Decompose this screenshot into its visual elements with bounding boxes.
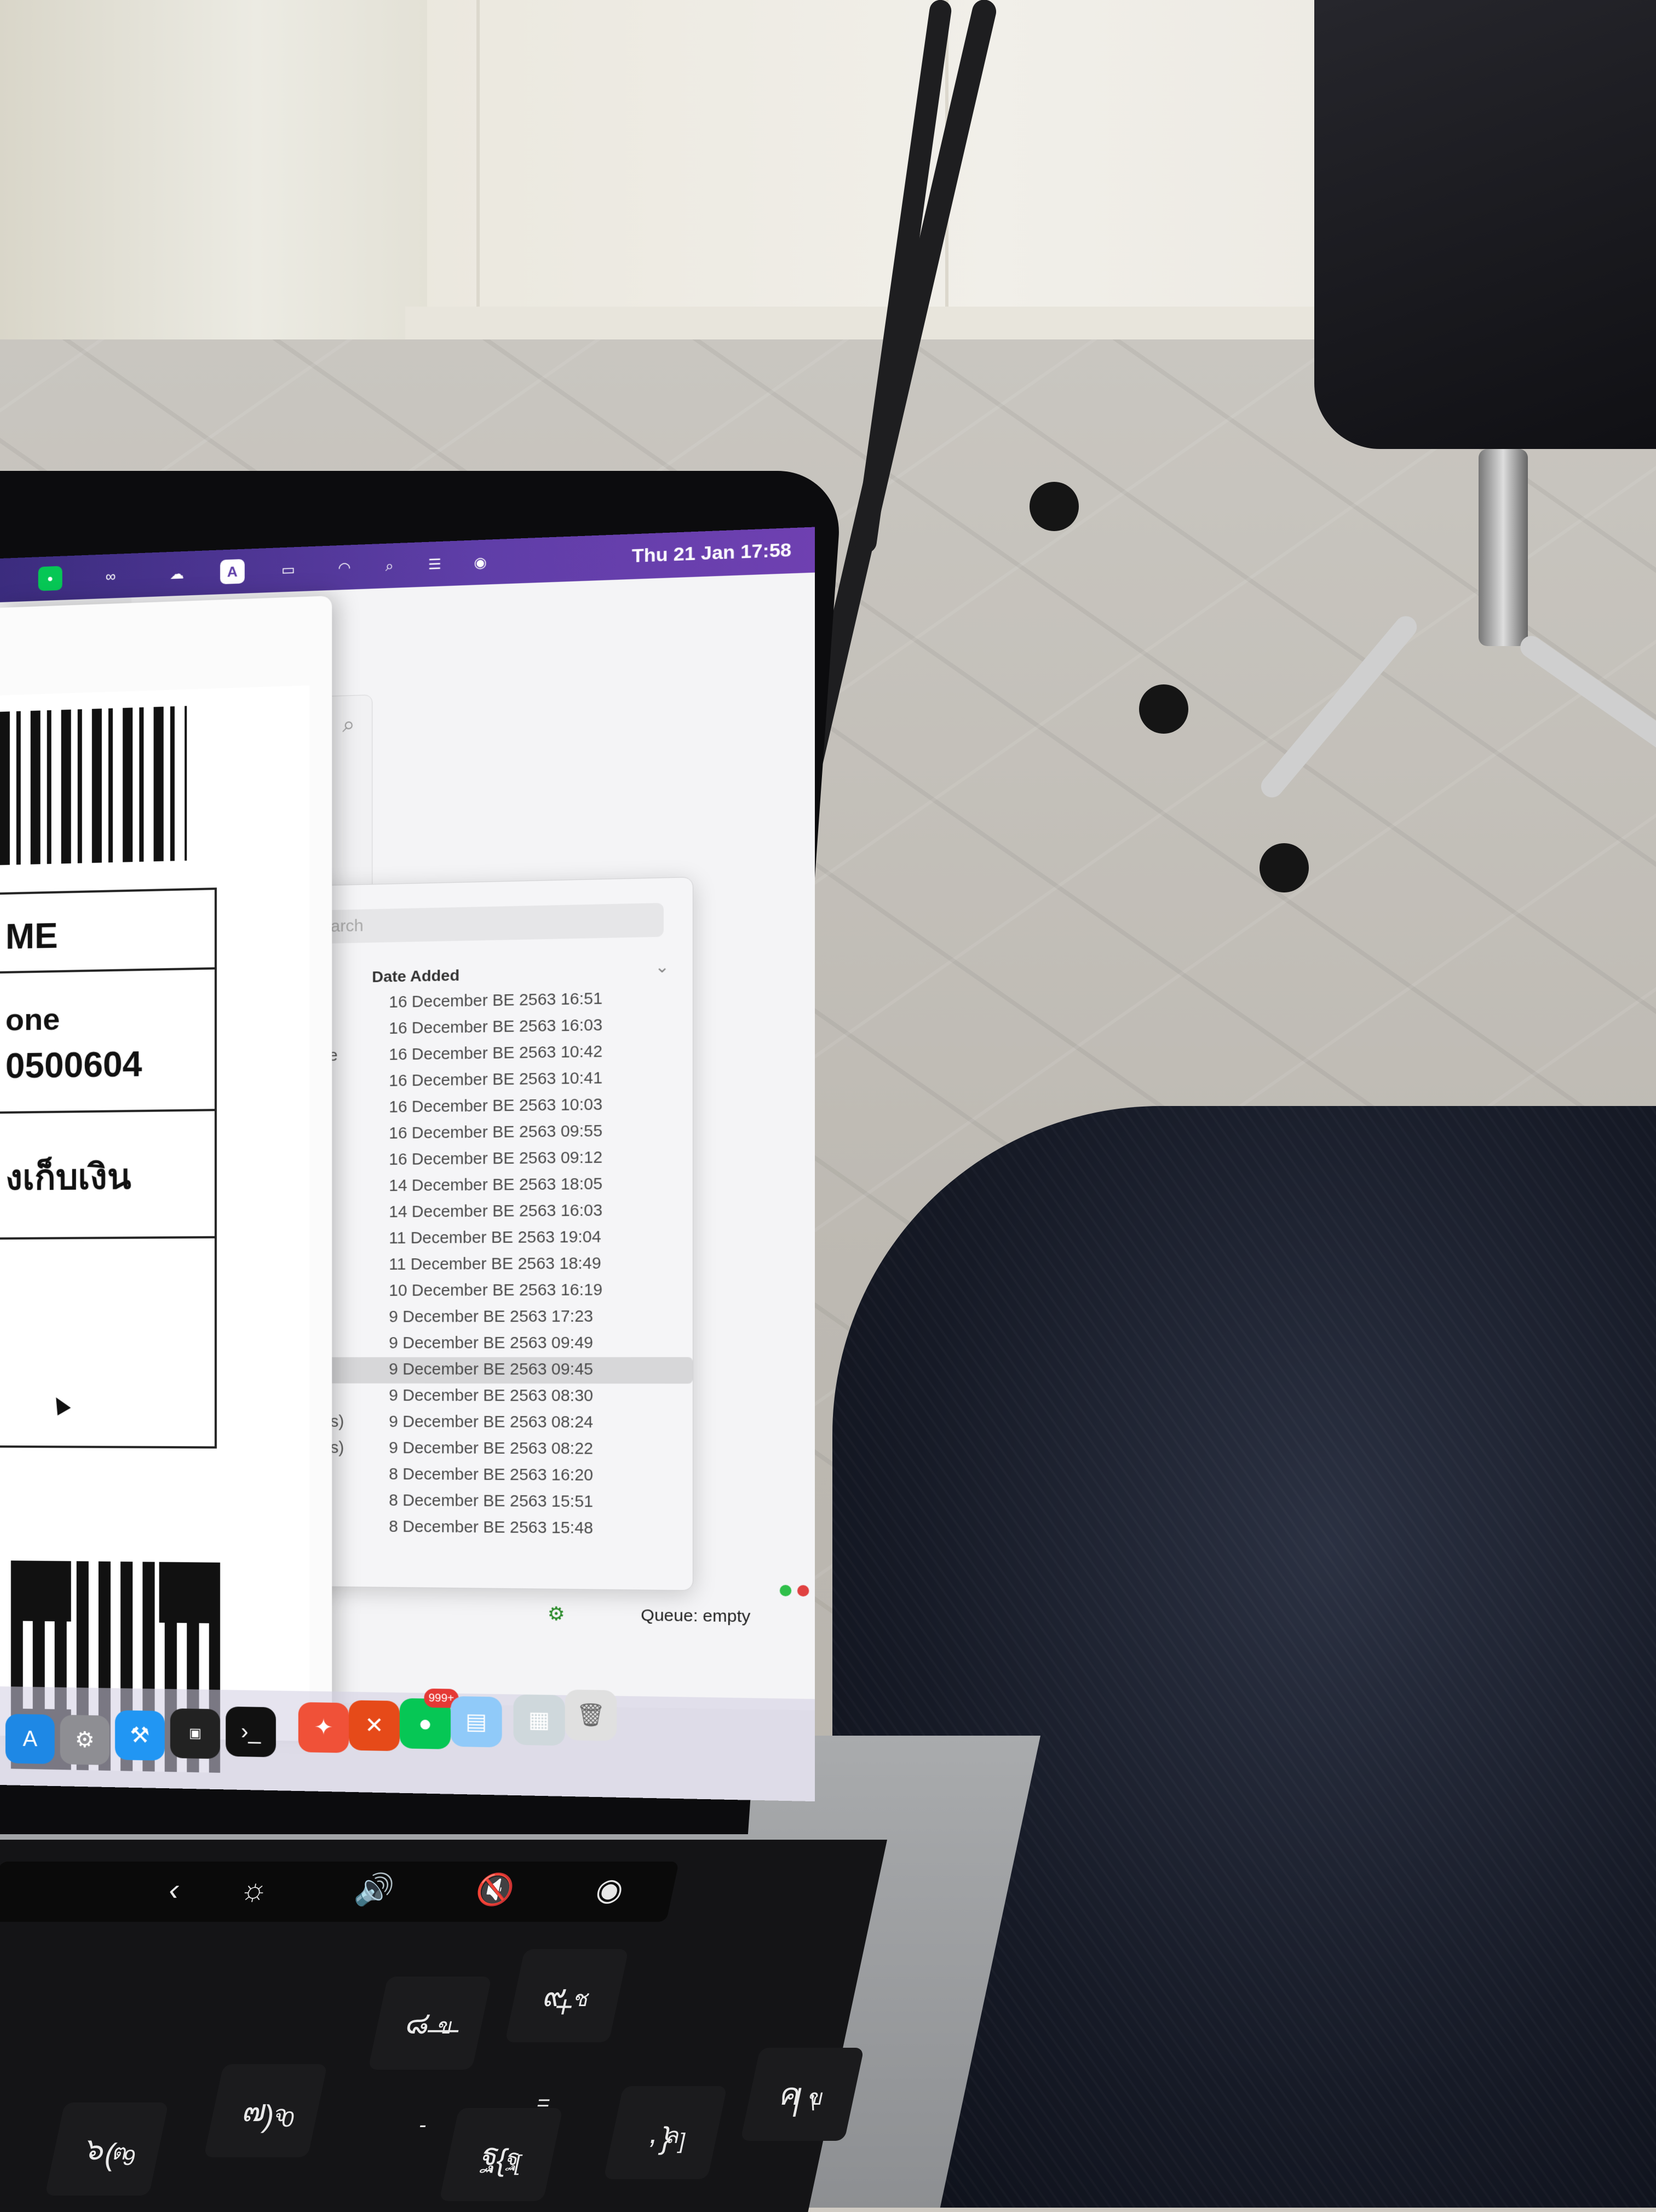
label-name-box: ME xyxy=(0,888,217,973)
chair-wheel xyxy=(1139,684,1188,734)
shipping-label: ME one 0500604 งเก็บเงิน xyxy=(0,685,310,1773)
siri-icon[interactable]: ◉ xyxy=(468,550,493,575)
wall-panel xyxy=(476,0,948,332)
chevron-down-icon[interactable]: ⌄ xyxy=(655,957,670,977)
file-date-added: 9 December BE 2563 17:23 xyxy=(389,1307,594,1326)
line-icon[interactable]: ● xyxy=(38,566,62,591)
label-name: ME xyxy=(5,915,58,957)
dock: A ⚙ ⚒ ▣ ›_ ✦ ✕ ● 999+ ▤ ▦ 🗑 xyxy=(0,1686,815,1802)
label-phone-number: 0500604 xyxy=(5,1044,142,1086)
key-symbol-bottom: \ xyxy=(807,2091,819,2115)
file-date-added: 9 December BE 2563 08:24 xyxy=(389,1413,594,1432)
file-date-added: 16 December BE 2563 10:41 xyxy=(389,1069,603,1090)
gear-icon[interactable]: ⚙ xyxy=(548,1603,565,1625)
remote-desktop-icon[interactable]: ✕ xyxy=(349,1700,400,1752)
date-added-column-header[interactable]: Date Added xyxy=(372,966,459,986)
folder-icon[interactable]: ▦ xyxy=(513,1694,565,1746)
key-symbol-top: } xyxy=(657,2121,675,2155)
status-dot-green xyxy=(779,1585,792,1597)
label-phone-box: one 0500604 xyxy=(0,965,217,1114)
laptop-screen: ● ∞ ☁ A ▭ ◠ ⌕ ☰ ◉ Thu 21 Jan 17:58 ⌕ cri… xyxy=(0,527,815,1802)
system-preferences-icon[interactable]: ⚙ xyxy=(60,1714,110,1765)
brightness-icon[interactable]: ☼ xyxy=(237,1871,273,1907)
control-center-icon[interactable]: ☰ xyxy=(422,551,447,577)
file-date-added: 8 December BE 2563 15:48 xyxy=(389,1518,594,1537)
xcode-icon[interactable]: ⚒ xyxy=(115,1710,165,1761)
volume-icon[interactable]: 🔊 xyxy=(352,1871,398,1908)
file-date-added: 16 December BE 2563 10:42 xyxy=(389,1042,603,1064)
chair-gas-lift xyxy=(1479,449,1528,646)
terminal-icon[interactable]: ›_ xyxy=(226,1706,276,1758)
menu-clock[interactable]: Thu 21 Jan 17:58 xyxy=(632,539,791,567)
file-date-added: 9 December BE 2563 09:49 xyxy=(389,1334,594,1352)
file-date-added: 16 December BE 2563 09:55 xyxy=(389,1122,603,1143)
file-date-added: 10 December BE 2563 16:19 xyxy=(389,1281,603,1300)
barcode xyxy=(0,706,187,865)
swift-icon[interactable]: ✦ xyxy=(298,1702,349,1753)
file-date-added: 9 December BE 2563 08:30 xyxy=(389,1386,594,1405)
label-cod-box: งเก็บเงิน xyxy=(0,1109,217,1240)
siri-icon[interactable]: ◉ xyxy=(593,1871,627,1908)
line-app-icon[interactable]: ● 999+ xyxy=(399,1688,459,1749)
shipping-label-window: ME one 0500604 งเก็บเงิน xyxy=(0,596,332,1773)
file-date-added: 14 December BE 2563 16:03 xyxy=(389,1201,603,1222)
battery-icon[interactable]: ▭ xyxy=(276,557,301,582)
file-date-added: 14 December BE 2563 18:05 xyxy=(389,1175,603,1195)
office-chair xyxy=(1314,0,1656,449)
preview-icon[interactable]: ▤ xyxy=(450,1696,502,1748)
file-date-added: 9 December BE 2563 09:45 xyxy=(389,1360,594,1379)
file-date-added: 8 December BE 2563 16:20 xyxy=(389,1465,594,1485)
label-phone-label: one xyxy=(5,1001,60,1037)
label-cod-text: งเก็บเงิน xyxy=(5,1156,131,1197)
key-symbol-top: + xyxy=(551,1989,577,2024)
label-empty-box xyxy=(0,1236,217,1449)
key-symbol-bottom: ] xyxy=(676,2129,688,2153)
file-date-added: 16 December BE 2563 16:03 xyxy=(389,1016,603,1038)
key-symbol-top: { xyxy=(493,2142,511,2177)
file-date-added: 11 December BE 2563 19:04 xyxy=(389,1228,601,1248)
wifi-icon[interactable]: ◠ xyxy=(332,555,357,580)
status-dot-red xyxy=(797,1585,809,1597)
key-symbol-top: — xyxy=(424,2011,463,2046)
file-date-added: 16 December BE 2563 10:03 xyxy=(389,1096,603,1116)
key-symbol-top: | xyxy=(790,2082,806,2117)
file-date-added: 16 December BE 2563 09:12 xyxy=(389,1148,603,1169)
app-store-icon[interactable]: A xyxy=(5,1714,55,1764)
queue-status: Queue: empty xyxy=(641,1606,751,1626)
spotlight-icon[interactable]: ⌕ xyxy=(377,553,402,579)
keyboard-input-icon[interactable]: A xyxy=(220,558,245,585)
file-date-added: 9 December BE 2563 08:22 xyxy=(389,1439,594,1458)
file-date-added: 8 December BE 2563 15:51 xyxy=(389,1491,594,1511)
monitor-app-icon[interactable]: ▣ xyxy=(170,1708,221,1759)
search-icon[interactable]: ⌕ xyxy=(342,712,355,738)
icloud-icon[interactable]: ☁ xyxy=(165,561,189,586)
file-date-added: 16 December BE 2563 16:51 xyxy=(389,989,603,1012)
chevron-left-icon[interactable]: ‹ xyxy=(165,1871,183,1907)
mute-icon[interactable]: 🔇 xyxy=(472,1871,518,1908)
trash-icon[interactable]: 🗑 xyxy=(565,1689,617,1741)
chair-wheel xyxy=(1030,482,1079,531)
creative-cloud-icon[interactable]: ∞ xyxy=(99,563,123,589)
file-date-added: 11 December BE 2563 18:49 xyxy=(389,1254,601,1274)
chair-wheel xyxy=(1260,843,1309,892)
touch-bar[interactable]: ‹ ☼ 🔊 🔇 ◉ xyxy=(0,1862,680,1922)
key-symbol-bottom: [ xyxy=(512,2151,524,2175)
